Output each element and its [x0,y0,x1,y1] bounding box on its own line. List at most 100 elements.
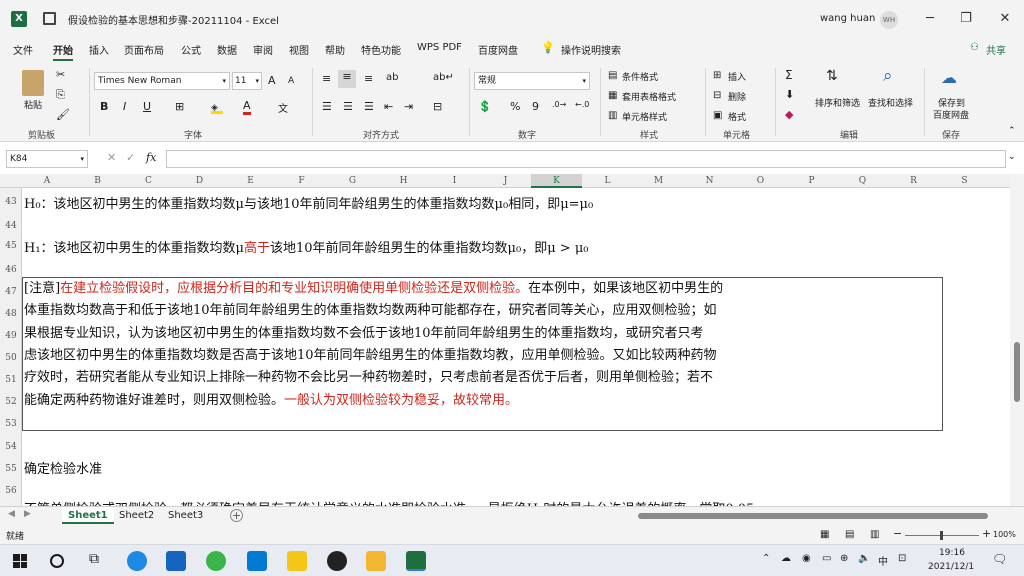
column-header[interactable]: L [582,174,633,188]
globe-icon[interactable]: ⊕ [840,553,848,564]
align-right-icon[interactable]: ☰ [364,100,374,113]
decrease-decimal-icon[interactable]: ←.0 [575,100,589,109]
tab-baidu[interactable]: 百度网盘 [478,42,518,57]
zoom-slider[interactable] [905,531,979,540]
sheet-tab[interactable]: Sheet3 [162,507,209,524]
row-number[interactable]: 54 [0,442,22,452]
indent-increase-icon[interactable]: ⇥ [404,100,413,113]
view-page-break-icon[interactable]: ▥ [870,529,879,540]
sheet-nav-prev-icon[interactable]: ◀ [8,509,15,519]
worksheet-grid[interactable]: 43 44 45 46 47 48 49 50 51 52 53 54 55 5… [0,188,1010,506]
table-format-button[interactable]: 套用表格格式 [622,90,676,103]
maximize-button[interactable]: ❐ [951,8,981,30]
column-header[interactable]: O [735,174,786,188]
tab-wps-pdf[interactable]: WPS PDF [417,42,462,53]
cell-row-45[interactable]: H₁：该地区初中男生的体重指数均数μ高于该地10年前同年龄组男生的体重指数均数μ… [24,237,588,256]
currency-icon[interactable]: 💲 [478,100,492,113]
insert-cells-button[interactable]: 插入 [728,70,746,83]
sheet-tab[interactable]: Sheet2 [113,507,160,524]
find-select-button[interactable]: 查找和选择 [868,96,913,109]
underline-button[interactable]: U [143,100,151,113]
tray-chevron-icon[interactable]: ⌃ [762,553,770,564]
delete-cells-button[interactable]: 删除 [728,90,746,103]
column-header[interactable]: J [480,174,531,188]
ime-indicator[interactable]: 中 [878,553,888,568]
align-middle-icon[interactable]: ≡ [338,70,356,88]
zoom-out-icon[interactable]: − [893,527,902,540]
border-icon[interactable]: ⊞ [175,100,184,113]
select-all-corner[interactable] [0,174,22,188]
tray-icon[interactable]: ◉ [802,553,811,564]
row-number[interactable]: 51 [0,375,22,385]
cancel-icon[interactable]: ✕ [107,151,116,164]
clock-date[interactable]: 2021/12/1 [928,562,974,572]
orientation-icon[interactable]: ab [386,72,398,83]
save-icon[interactable] [43,12,56,25]
enter-icon[interactable]: ✓ [126,151,135,164]
cell-row-55[interactable]: 确定检验水准 [24,458,102,477]
clear-icon[interactable]: ◆ [785,108,793,121]
name-box[interactable]: K84 ▾ [6,150,88,168]
insert-cells-icon[interactable]: ⊞ [713,70,721,81]
app-icon[interactable] [287,551,307,571]
task-view-icon[interactable]: ⧉ [89,551,99,567]
horizontal-scrollbar[interactable] [620,510,1000,522]
expand-formula-icon[interactable]: ⌄ [1008,152,1016,162]
save-baidu-line2[interactable]: 百度网盘 [933,108,969,121]
align-center-icon[interactable]: ☰ [343,100,353,113]
zoom-slider-handle[interactable] [940,531,943,540]
font-name-select[interactable]: Times New Roman ▾ [94,72,230,90]
tab-data[interactable]: 数据 [217,42,237,57]
column-header[interactable]: E [225,174,276,188]
column-header[interactable]: G [327,174,378,188]
column-header[interactable]: H [378,174,429,188]
number-format-select[interactable]: 常规 ▾ [474,72,590,90]
clock-time[interactable]: 19:16 [939,548,965,558]
insert-function-button[interactable]: fx [146,151,156,164]
cell-row-43[interactable]: H₀：该地区初中男生的体重指数均数μ与该地10年前同年龄组男生的体重指数均数μ₀… [24,193,593,212]
view-normal-icon[interactable]: ▦ [820,529,829,540]
notification-icon[interactable]: 🗨 [992,552,1007,566]
grow-font-button[interactable]: A [268,74,276,87]
windows-start-icon[interactable] [13,554,27,568]
font-color-icon[interactable]: A [243,100,251,115]
tab-formulas[interactable]: 公式 [181,42,201,57]
row-number[interactable]: 50 [0,353,22,363]
zoom-in-icon[interactable]: + [982,527,991,540]
column-header[interactable]: S [939,174,990,188]
user-name[interactable]: wang huan [820,13,875,24]
shrink-font-button[interactable]: A [288,76,294,86]
tell-me-search[interactable]: 操作说明搜索 [561,42,621,57]
conditional-format-icon[interactable]: ▤ [608,70,617,81]
note-textbox[interactable]: [注意]在建立检验假设时，应根据分析目的和专业知识明确使用单侧检验还是双侧检验。… [22,277,943,431]
formula-input[interactable] [166,150,1006,168]
delete-cells-icon[interactable]: ⊟ [713,90,721,101]
column-header[interactable]: C [123,174,174,188]
copy-icon[interactable]: ⎘ [56,88,65,102]
row-number[interactable]: 46 [0,265,22,275]
row-number[interactable]: 48 [0,309,22,319]
format-painter-icon[interactable]: 🖌 [56,108,70,121]
volume-icon[interactable]: 🔈 [858,553,870,564]
column-header[interactable]: P [786,174,837,188]
wrap-text-icon[interactable]: ab↵ [433,72,454,83]
baidu-cloud-icon[interactable]: ☁ [941,68,957,87]
table-format-icon[interactable]: ▦ [608,90,617,101]
sort-filter-button[interactable]: 排序和筛选 [815,96,860,109]
zoom-level[interactable]: 100% [993,530,1016,539]
sheet-nav-next-icon[interactable]: ▶ [24,509,31,519]
cell-style-icon[interactable]: ▥ [608,110,617,121]
user-avatar[interactable]: WH [880,11,898,29]
conditional-format-button[interactable]: 条件格式 [622,70,658,83]
autosum-icon[interactable]: Σ [785,68,793,82]
phonetic-icon[interactable]: 文 [278,100,288,115]
paste-icon[interactable] [22,70,44,96]
edge-icon[interactable] [127,551,147,571]
share-button[interactable]: 共享 [986,42,1006,57]
paste-button[interactable]: 粘贴 [24,98,42,111]
folder-icon[interactable] [366,551,386,571]
align-top-icon[interactable]: ≡ [322,72,331,85]
row-number[interactable]: 55 [0,464,22,474]
sheet-tab-active[interactable]: Sheet1 [62,507,114,524]
column-header-selected[interactable]: K [531,174,582,188]
